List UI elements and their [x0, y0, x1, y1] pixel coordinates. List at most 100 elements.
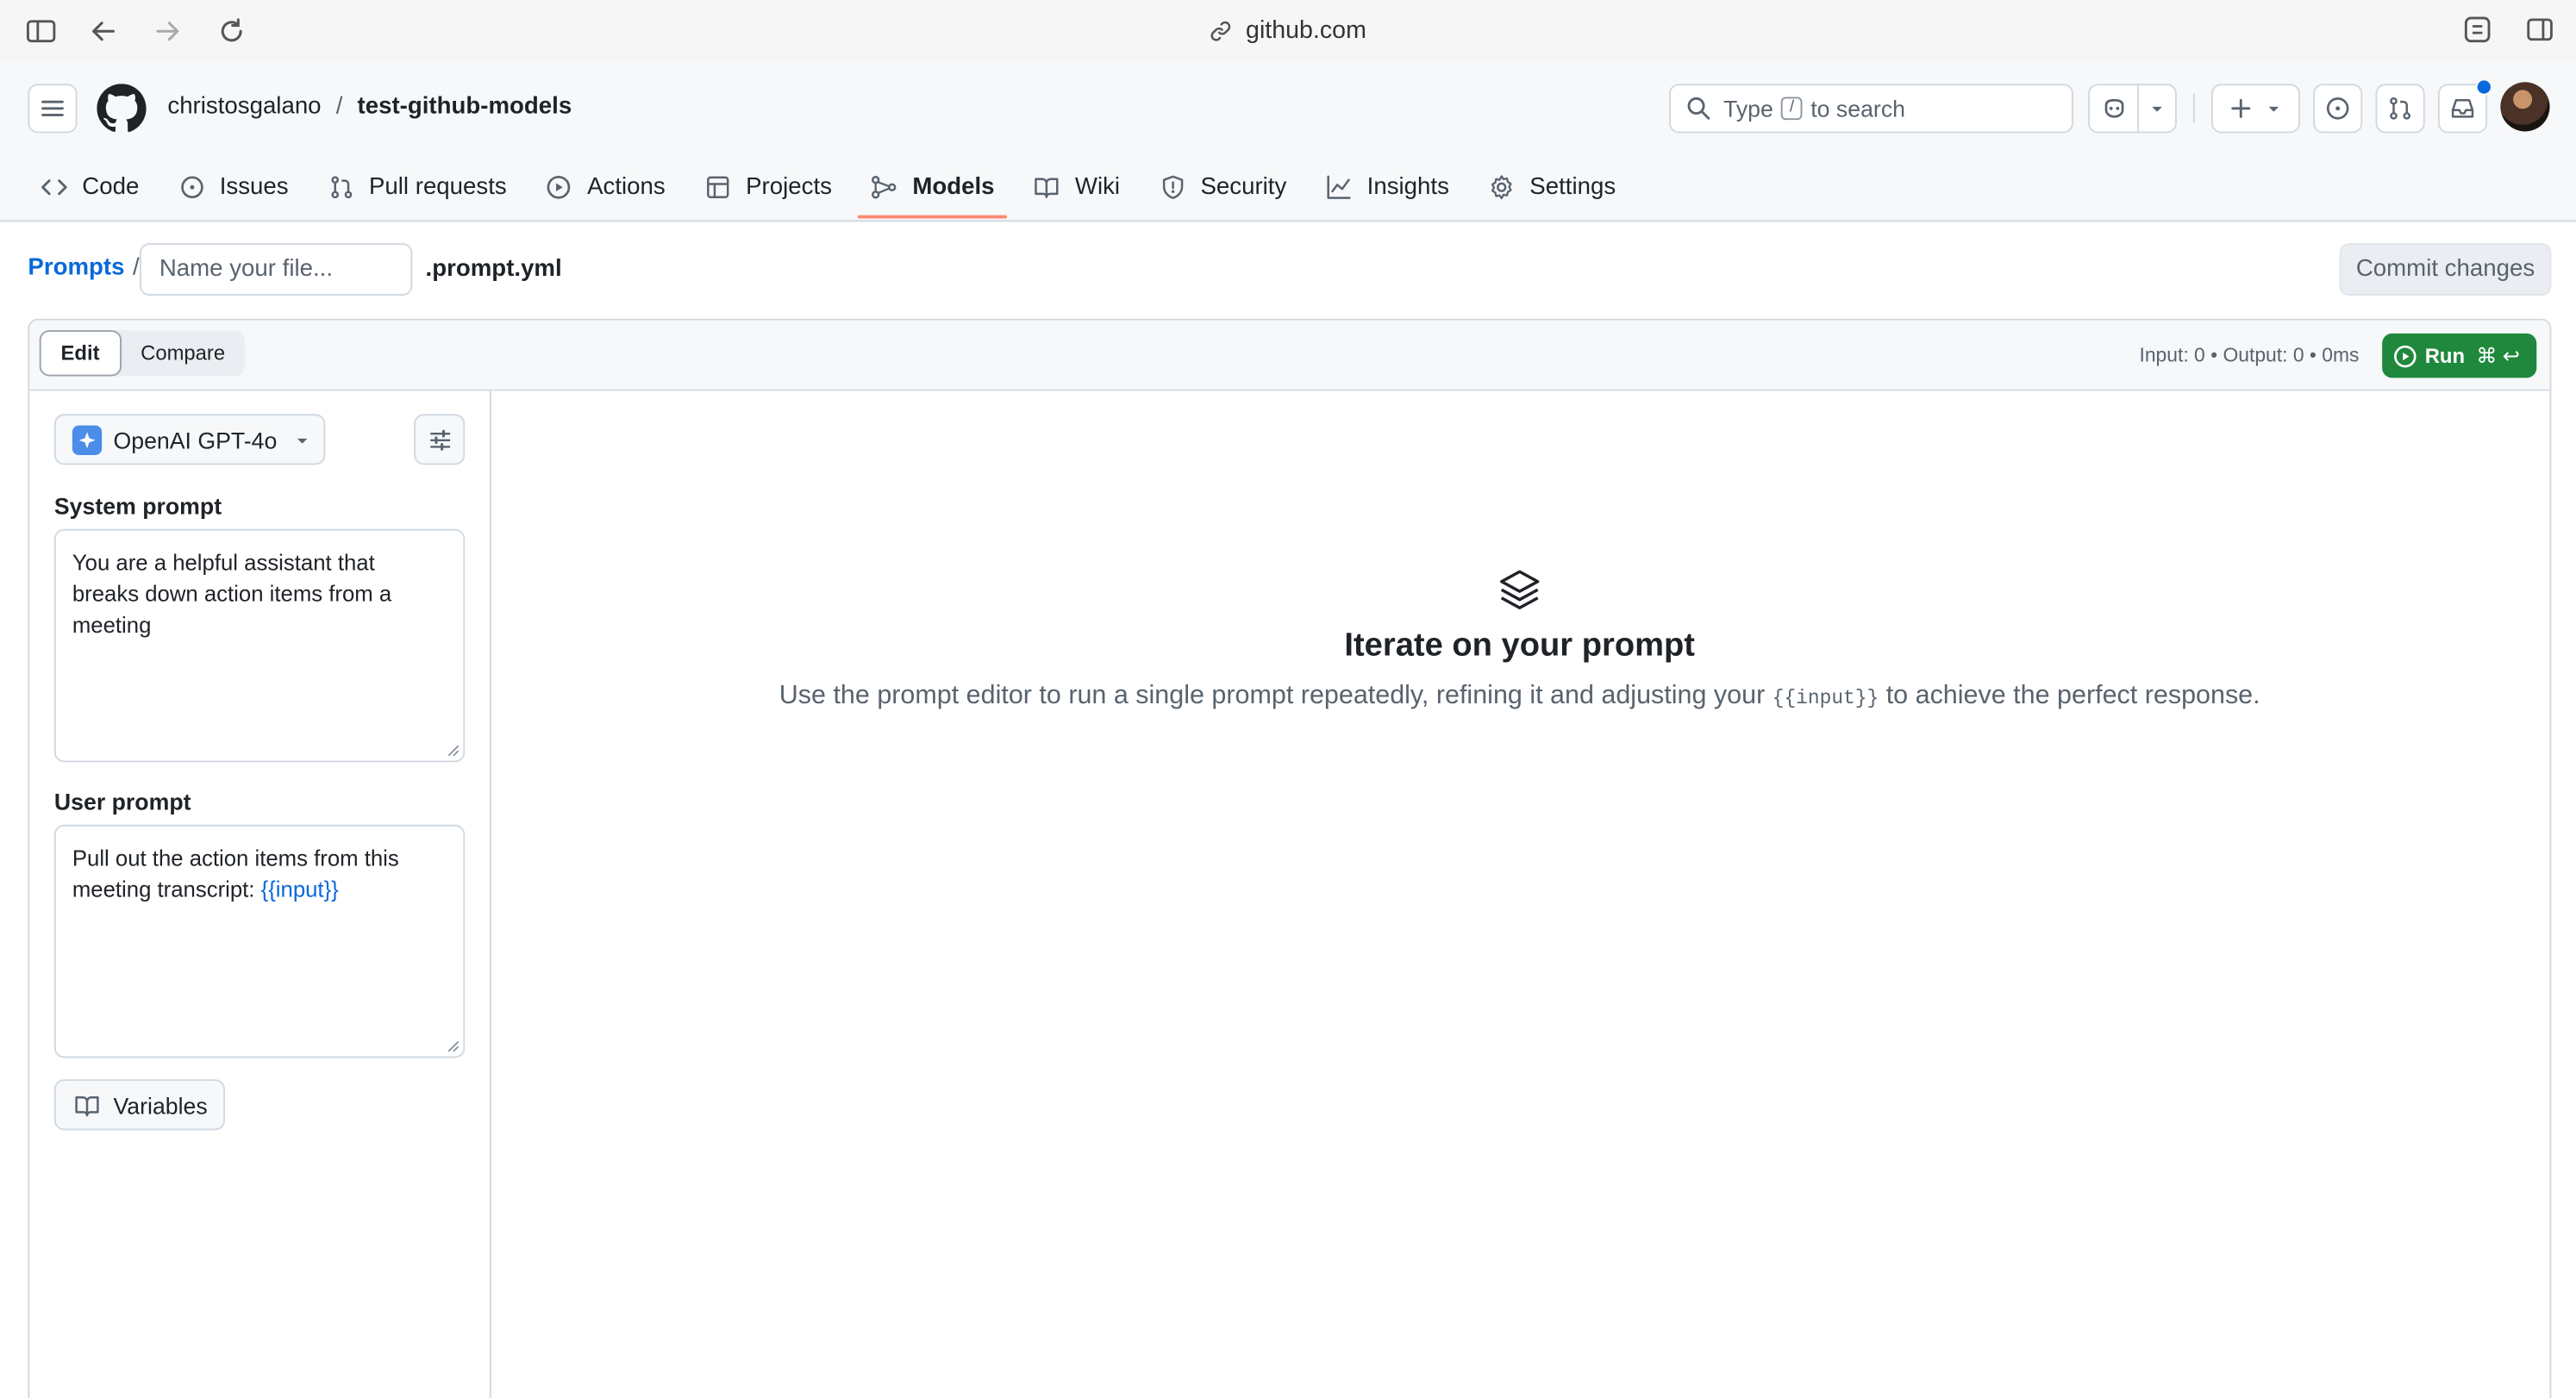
issue-opened-icon: [2326, 97, 2349, 120]
empty-state-text-before: Use the prompt editor to run a single pr…: [778, 681, 1766, 710]
address-bar[interactable]: github.com: [0, 16, 2576, 44]
user-prompt-textarea[interactable]: Pull out the action items from this meet…: [53, 824, 466, 1058]
copilot-button[interactable]: [2088, 84, 2177, 134]
chevron-down-icon: [2268, 106, 2279, 112]
book-icon: [75, 1095, 99, 1116]
tab-actions[interactable]: Actions: [533, 163, 678, 212]
browser-toolbar: github.com: [0, 0, 2576, 63]
run-shortcut: ⌘ ↩: [2476, 345, 2520, 368]
system-prompt-label: System prompt: [53, 492, 222, 520]
parameters-button[interactable]: [414, 414, 466, 465]
tab-label: Settings: [1529, 174, 1616, 201]
repo-tabs: Code Issues Pull requests Actions Projec…: [0, 163, 1629, 219]
variables-button[interactable]: Variables: [53, 1079, 226, 1131]
input-variable: {{input}}: [260, 877, 339, 902]
graph-icon: [1327, 175, 1351, 199]
search-icon: [1687, 97, 1710, 120]
tab-label: Wiki: [1074, 174, 1121, 201]
tab-wiki[interactable]: Wiki: [1021, 163, 1133, 212]
tab-settings[interactable]: Settings: [1475, 163, 1629, 212]
tab-projects[interactable]: Projects: [691, 163, 845, 212]
git-pull-request-icon: [2390, 97, 2411, 120]
empty-state-text-after: to achieve the perfect response.: [1885, 681, 2260, 710]
repo-path: christosgalano / test-github-models: [167, 94, 572, 120]
tab-label: Pull requests: [368, 174, 507, 201]
search-shortcut-key: /: [1781, 97, 1803, 121]
tab-insights[interactable]: Insights: [1313, 163, 1462, 212]
run-label: Run: [2424, 344, 2466, 367]
prompt-editor-panel: Edit Compare Input: 0 • Output: 0 • 0ms …: [28, 318, 2552, 1398]
play-icon: [547, 175, 572, 199]
plus-icon: [2231, 98, 2251, 118]
tab-code[interactable]: Code: [28, 163, 152, 212]
inbox-icon: [2451, 99, 2474, 118]
tab-label: Projects: [746, 174, 832, 201]
menu-button[interactable]: [28, 84, 78, 134]
system-prompt-textarea[interactable]: You are a helpful assistant that breaks …: [53, 528, 466, 763]
compare-mode-button[interactable]: Compare: [121, 330, 245, 376]
tab-label: Security: [1200, 174, 1287, 201]
editor-toolbar: Edit Compare Input: 0 • Output: 0 • 0ms …: [29, 320, 2550, 391]
model-selector[interactable]: OpenAI GPT-4o: [53, 414, 326, 465]
system-prompt-text: You are a helpful assistant that breaks …: [72, 550, 392, 638]
breadcrumb-separator: /: [133, 254, 140, 281]
run-button[interactable]: Run ⌘ ↩: [2382, 333, 2537, 378]
split-view-icon[interactable]: [2525, 15, 2558, 47]
code-icon: [41, 179, 67, 196]
tab-label: Code: [82, 174, 140, 201]
tab-security[interactable]: Security: [1147, 163, 1300, 212]
prompts-link[interactable]: Prompts: [28, 254, 124, 280]
file-extension: .prompt.yml: [425, 256, 562, 283]
git-pull-request-icon: [330, 176, 352, 199]
chevron-down-icon: [297, 437, 307, 443]
user-prompt-label: User prompt: [53, 788, 191, 815]
sliders-icon: [429, 428, 450, 450]
issues-button[interactable]: [2313, 84, 2363, 134]
resize-handle-icon[interactable]: [447, 744, 460, 757]
extension-icon[interactable]: [2463, 15, 2496, 47]
variables-label: Variables: [113, 1091, 208, 1119]
tab-label: Actions: [587, 174, 666, 201]
repo-header: christosgalano / test-github-models Type /…: [0, 60, 2576, 222]
tab-pull-requests[interactable]: Pull requests: [315, 163, 520, 212]
play-icon: [2394, 344, 2417, 367]
search-input[interactable]: Type / to search: [1669, 84, 2073, 134]
shield-icon: [1162, 175, 1183, 199]
url-text: github.com: [1246, 16, 1366, 45]
link-icon: [1211, 21, 1231, 41]
models-icon: [872, 176, 897, 199]
gear-icon: [1491, 175, 1512, 200]
commit-changes-button[interactable]: Commit changes: [2339, 243, 2552, 296]
tab-label: Insights: [1366, 174, 1449, 201]
table-icon: [707, 176, 729, 198]
tab-label: Models: [912, 174, 995, 201]
notification-dot: [2475, 78, 2492, 96]
book-icon: [1035, 178, 1060, 198]
edit-mode-button[interactable]: Edit: [39, 330, 122, 377]
github-logo-icon[interactable]: [97, 84, 147, 133]
chevron-down-icon: [2151, 106, 2161, 112]
filename-input[interactable]: [139, 243, 413, 296]
header-divider: [2193, 93, 2195, 123]
issue-opened-icon: [180, 176, 203, 199]
search-prefix: Type: [1723, 95, 1773, 122]
avatar[interactable]: [2500, 82, 2550, 132]
search-suffix: to search: [1810, 95, 1906, 122]
repo-owner-link[interactable]: christosgalano: [167, 94, 321, 120]
empty-state: Iterate on your prompt Use the prompt ed…: [490, 567, 2550, 712]
tab-issues[interactable]: Issues: [166, 163, 302, 212]
empty-state-code: {{input}}: [1772, 686, 1879, 710]
create-new-button[interactable]: [2210, 84, 2300, 134]
tab-models[interactable]: Models: [858, 163, 1008, 219]
empty-state-description: Use the prompt editor to run a single pr…: [490, 682, 2550, 711]
mode-switch: Edit Compare: [39, 330, 245, 377]
prompt-sidebar: OpenAI GPT-4o System prompt You are a he…: [29, 389, 491, 1398]
token-stats: Input: 0 • Output: 0 • 0ms: [2139, 343, 2360, 367]
path-separator: /: [335, 93, 343, 121]
repo-name-link[interactable]: test-github-models: [358, 94, 572, 120]
pull-requests-button[interactable]: [2375, 84, 2425, 134]
model-logo-icon: [72, 424, 103, 455]
resize-handle-icon[interactable]: [447, 1039, 460, 1052]
copilot-icon: [2104, 98, 2123, 118]
user-prompt-text: Pull out the action items from this meet…: [72, 846, 399, 902]
